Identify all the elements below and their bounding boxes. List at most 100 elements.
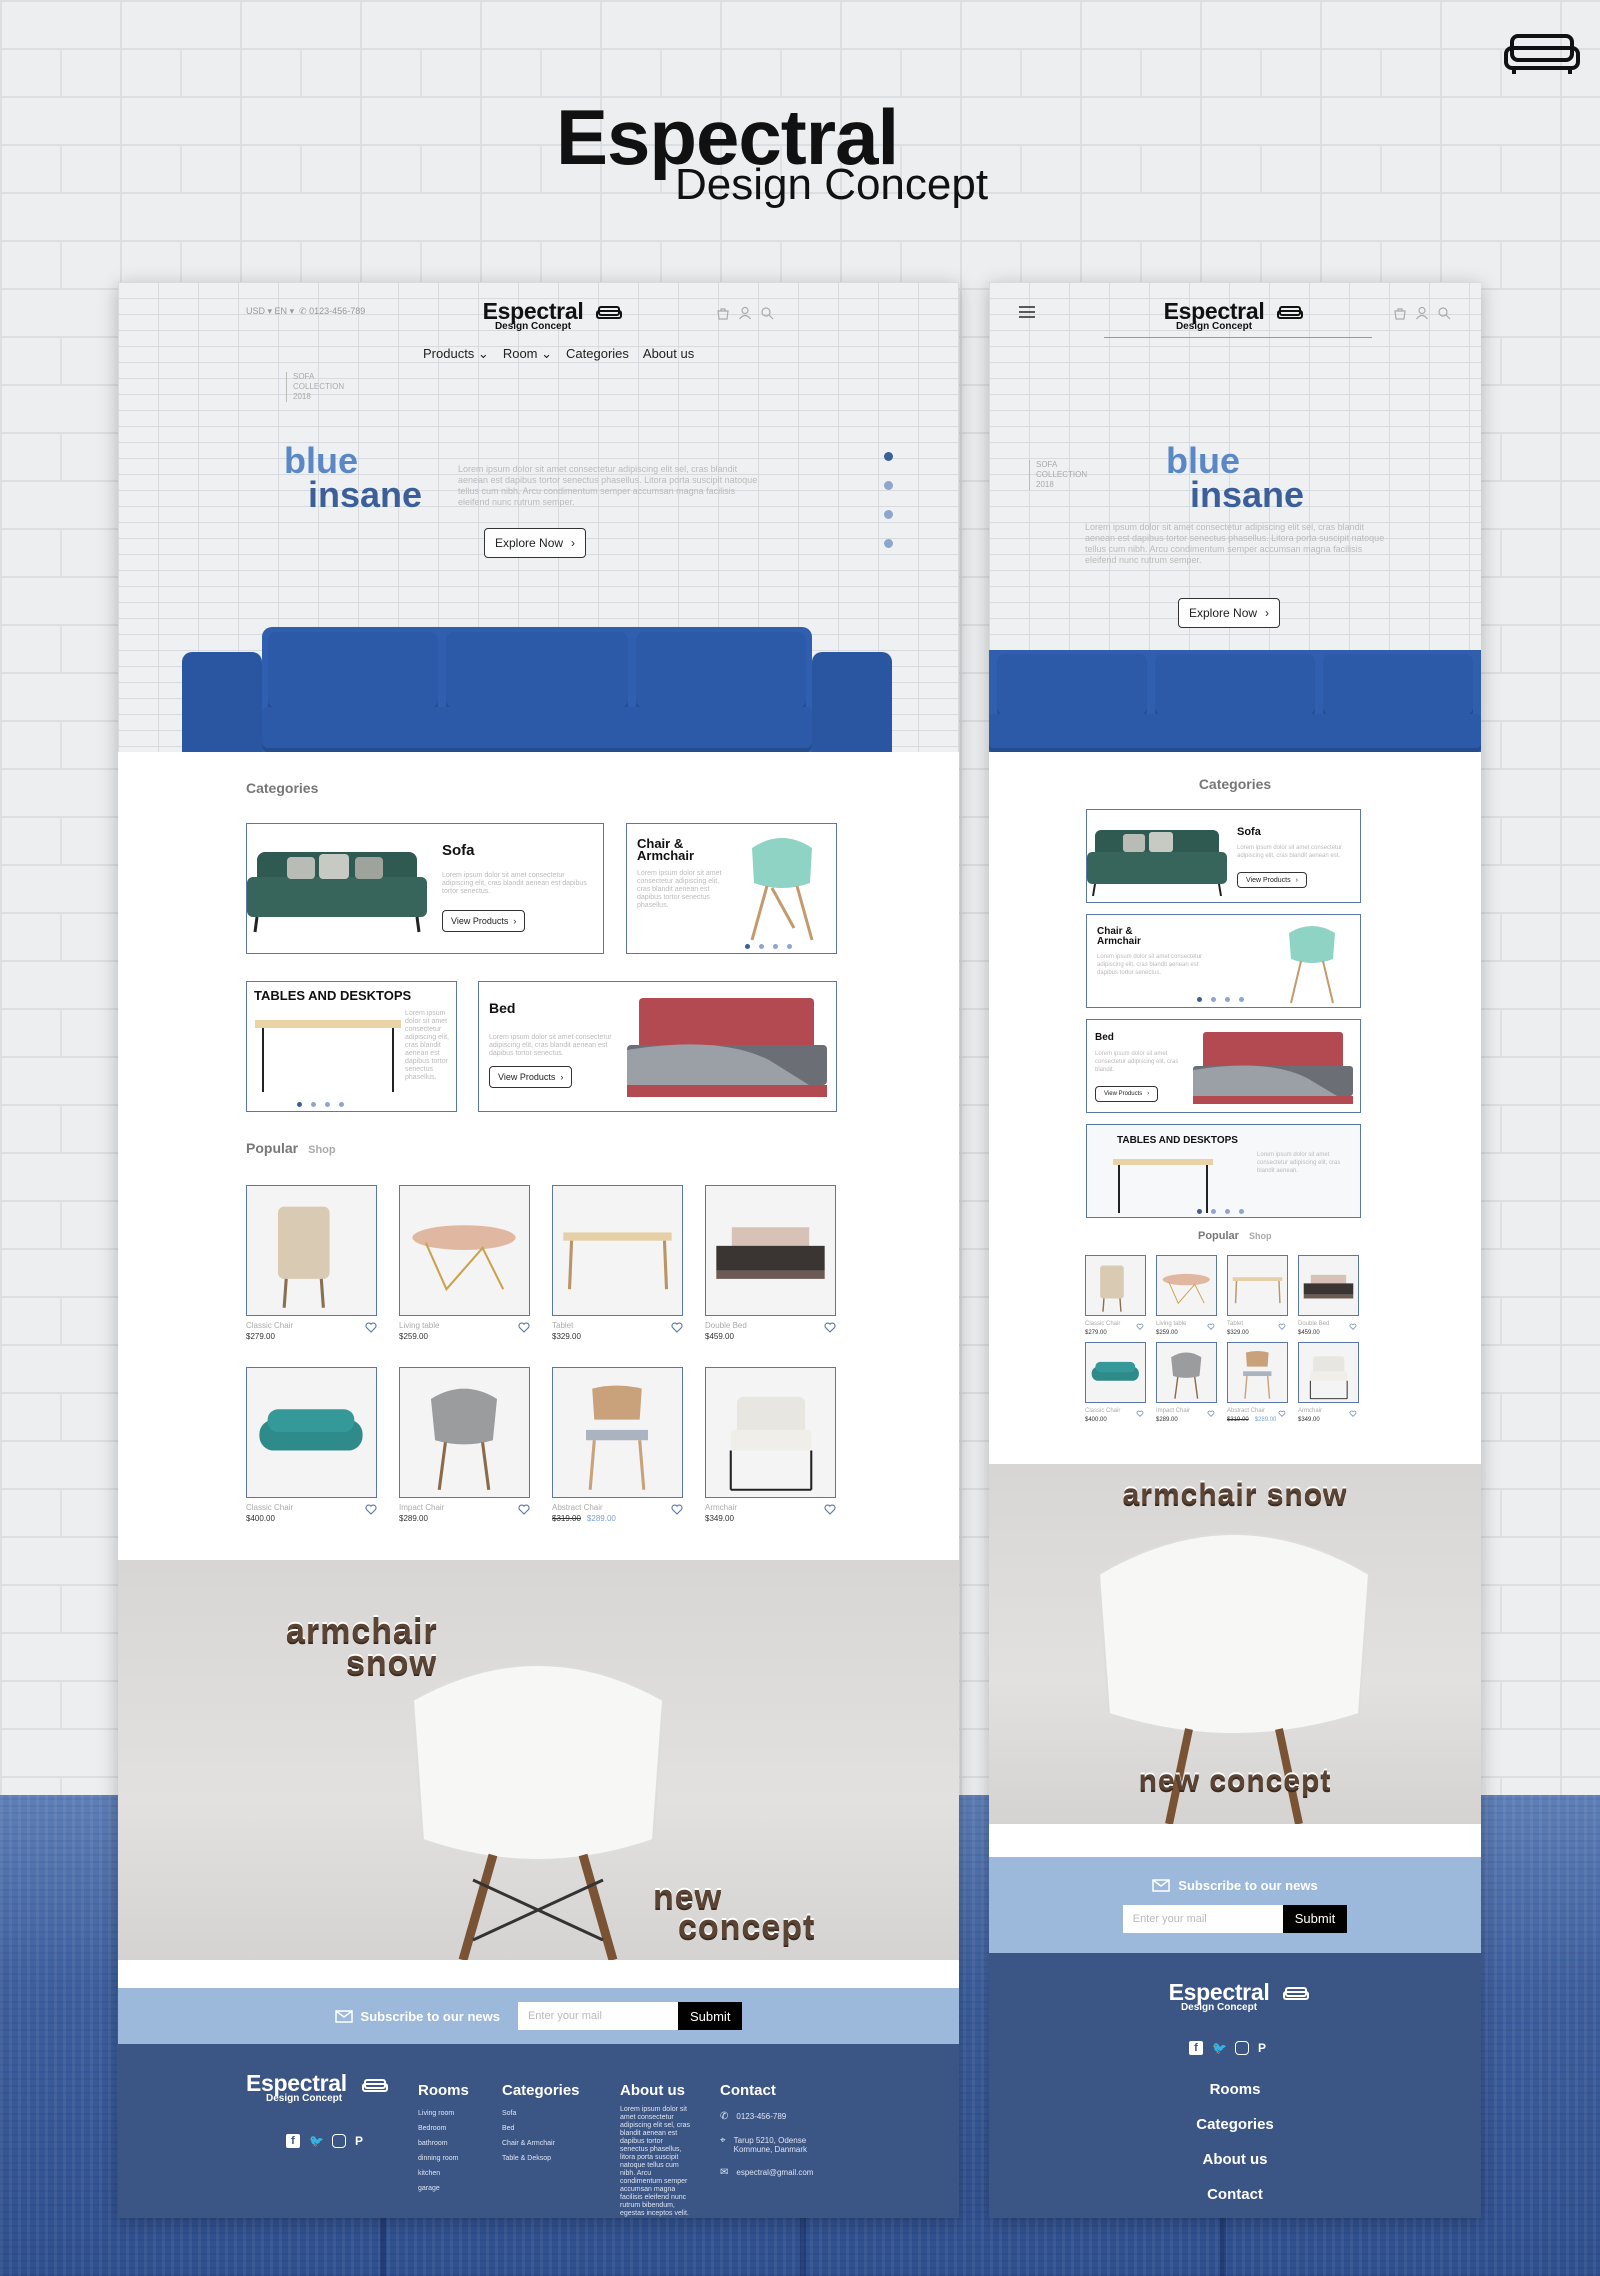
product-name[interactable]: Tablet <box>552 1321 573 1330</box>
product-name[interactable]: Armchair <box>1298 1408 1322 1414</box>
product-name[interactable]: Impact Chair <box>399 1503 444 1512</box>
footer-logo[interactable]: Espectral Design Concept <box>246 2070 388 2104</box>
product-image[interactable] <box>552 1185 683 1316</box>
product-card[interactable]: Living table $259.00 <box>1156 1255 1217 1338</box>
mobile-explore-now-button[interactable]: Explore Now › <box>1178 598 1281 628</box>
footer-phone[interactable]: 0123-456-789 <box>736 2112 786 2121</box>
product-image[interactable] <box>705 1185 836 1316</box>
search-icon[interactable] <box>1437 306 1451 320</box>
product-image[interactable] <box>246 1185 377 1316</box>
product-image[interactable] <box>1156 1342 1217 1403</box>
product-card[interactable]: Tablet $329.00 <box>552 1185 683 1352</box>
mobile-footer-categories[interactable]: Categories <box>989 2116 1481 2133</box>
product-image[interactable] <box>1085 1342 1146 1403</box>
view-products-button[interactable]: View Products › <box>442 910 526 932</box>
heart-icon[interactable] <box>671 1320 683 1333</box>
heart-icon[interactable] <box>824 1320 836 1333</box>
product-name[interactable]: Abstract Chair <box>552 1503 603 1512</box>
mobile-email-input[interactable]: Enter your mail <box>1122 1904 1283 1933</box>
heart-icon[interactable] <box>1136 1409 1144 1417</box>
product-name[interactable]: Classic Chair <box>1085 1321 1120 1327</box>
site-logo[interactable]: Espectral Design Concept <box>478 298 622 332</box>
product-name[interactable]: Classic Chair <box>1085 1408 1120 1414</box>
twitter-icon[interactable]: 🐦 <box>1212 2041 1227 2055</box>
search-icon[interactable] <box>760 306 774 320</box>
email-input[interactable]: Enter your mail <box>517 2002 678 2030</box>
heart-icon[interactable] <box>1278 1322 1286 1330</box>
product-name[interactable]: Living table <box>1156 1321 1186 1327</box>
product-name[interactable]: Double Bed <box>1298 1321 1329 1327</box>
product-card[interactable]: Double Bed $459.00 <box>1298 1255 1359 1338</box>
product-card[interactable]: Tablet $329.00 <box>1227 1255 1288 1338</box>
product-name[interactable]: Living table <box>399 1321 439 1330</box>
category-card-chair[interactable]: Chair & Armchair Lorem ipsum dolor sit a… <box>626 823 837 954</box>
card-slider-dots[interactable] <box>1197 997 1244 1002</box>
product-image[interactable] <box>399 1367 530 1498</box>
view-products-button[interactable]: View Products › <box>1237 872 1307 888</box>
product-image[interactable] <box>705 1367 836 1498</box>
product-name[interactable]: Impact Chair <box>1156 1408 1190 1414</box>
footer-email[interactable]: espectral@gmail.com <box>736 2168 813 2177</box>
nav-room[interactable]: Room ⌄ <box>503 346 552 362</box>
card-slider-dots[interactable] <box>1197 1209 1244 1214</box>
facebook-icon[interactable]: f <box>286 2134 300 2148</box>
product-image[interactable] <box>399 1185 530 1316</box>
category-card-sofa[interactable]: Sofa Lorem ipsum dolor sit amet consecte… <box>246 823 604 954</box>
product-image[interactable] <box>1298 1255 1359 1316</box>
instagram-icon[interactable] <box>332 2134 346 2148</box>
product-name[interactable]: Double Bed <box>705 1321 747 1330</box>
shop-link[interactable]: Shop <box>308 1144 336 1156</box>
submit-button[interactable]: Submit <box>677 2002 743 2030</box>
heart-icon[interactable] <box>518 1502 530 1515</box>
mobile-site-logo[interactable]: Espectral Design Concept <box>1159 298 1303 332</box>
product-image[interactable] <box>246 1367 377 1498</box>
card-slider-dots[interactable] <box>297 1102 344 1107</box>
heart-icon[interactable] <box>1207 1409 1215 1417</box>
product-image[interactable] <box>1227 1255 1288 1316</box>
currency-select[interactable]: USD <box>246 306 265 316</box>
heart-icon[interactable] <box>365 1502 377 1515</box>
heart-icon[interactable] <box>1207 1322 1215 1330</box>
bag-icon[interactable] <box>716 306 730 320</box>
product-name[interactable]: Tablet <box>1227 1321 1243 1327</box>
heart-icon[interactable] <box>518 1320 530 1333</box>
product-image[interactable] <box>552 1367 683 1498</box>
twitter-icon[interactable]: 🐦 <box>309 2134 324 2148</box>
nav-about[interactable]: About us <box>643 346 694 362</box>
mobile-footer-rooms[interactable]: Rooms <box>989 2081 1481 2098</box>
mobile-footer-contact[interactable]: Contact <box>989 2186 1481 2203</box>
hero-slider-dots[interactable] <box>884 452 893 548</box>
heart-icon[interactable] <box>1349 1409 1357 1417</box>
product-image[interactable] <box>1085 1255 1146 1316</box>
product-card[interactable]: Abstract Chair $319.00 $289.00 <box>552 1367 683 1534</box>
product-card[interactable]: Impact Chair $289.00 <box>399 1367 530 1534</box>
card-slider-dots[interactable] <box>745 944 792 949</box>
product-card[interactable]: Living table $259.00 <box>399 1185 530 1352</box>
mobile-category-card-sofa[interactable]: Sofa Lorem ipsum dolor sit amet consecte… <box>1086 809 1361 903</box>
product-card[interactable]: Classic Chair $400.00 <box>1085 1342 1146 1425</box>
mobile-submit-button[interactable]: Submit <box>1282 1904 1348 1933</box>
pinterest-icon[interactable]: P <box>1258 2041 1272 2055</box>
heart-icon[interactable] <box>1349 1322 1357 1330</box>
view-products-button[interactable]: View Products › <box>1095 1086 1159 1102</box>
nav-products[interactable]: Products ⌄ <box>423 346 489 362</box>
heart-icon[interactable] <box>1136 1322 1144 1330</box>
heart-icon[interactable] <box>671 1502 683 1515</box>
facebook-icon[interactable]: f <box>1189 2041 1203 2055</box>
heart-icon[interactable] <box>824 1502 836 1515</box>
heart-icon[interactable] <box>365 1320 377 1333</box>
product-card[interactable]: Double Bed $459.00 <box>705 1185 836 1352</box>
product-name[interactable]: Abstract Chair <box>1227 1408 1265 1414</box>
product-image[interactable] <box>1227 1342 1288 1403</box>
category-card-bed[interactable]: Bed Lorem ipsum dolor sit amet consectet… <box>478 981 837 1112</box>
mobile-footer-about[interactable]: About us <box>989 2151 1481 2168</box>
heart-icon[interactable] <box>1278 1409 1286 1417</box>
product-card[interactable]: Armchair $349.00 <box>1298 1342 1359 1425</box>
product-card[interactable]: Abstract Chair $319.00 $289.00 <box>1227 1342 1288 1425</box>
explore-now-button[interactable]: Explore Now › <box>484 528 587 558</box>
view-products-button[interactable]: View Products › <box>489 1066 573 1088</box>
nav-categories[interactable]: Categories <box>566 346 629 362</box>
product-card[interactable]: Classic Chair $279.00 <box>1085 1255 1146 1338</box>
product-card[interactable]: Classic Chair $400.00 <box>246 1367 377 1534</box>
hamburger-menu-icon[interactable] <box>1019 306 1035 318</box>
